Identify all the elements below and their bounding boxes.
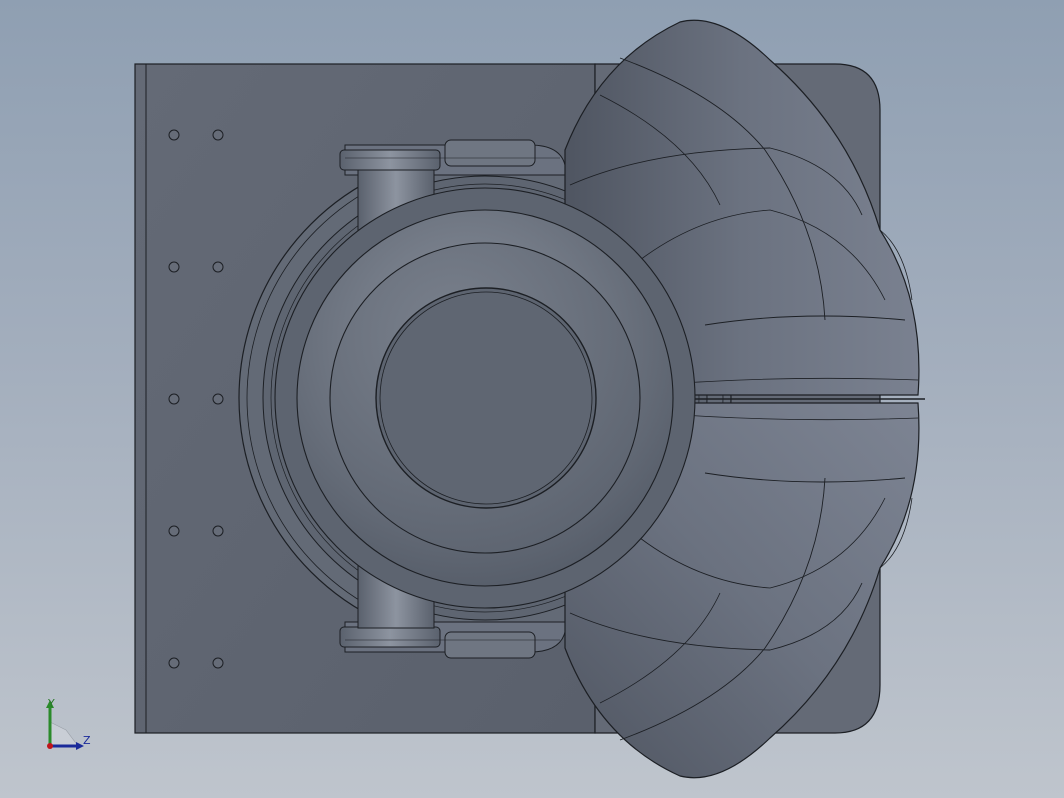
triad-plane xyxy=(49,721,79,747)
graphics-viewport[interactable]: Y Z xyxy=(0,0,1064,798)
triad-origin xyxy=(47,743,53,749)
front-cap[interactable] xyxy=(375,287,597,509)
y-axis-label: Y xyxy=(48,697,55,710)
z-axis-label: Z xyxy=(83,734,91,747)
turbine-housing-model[interactable] xyxy=(0,0,1064,798)
